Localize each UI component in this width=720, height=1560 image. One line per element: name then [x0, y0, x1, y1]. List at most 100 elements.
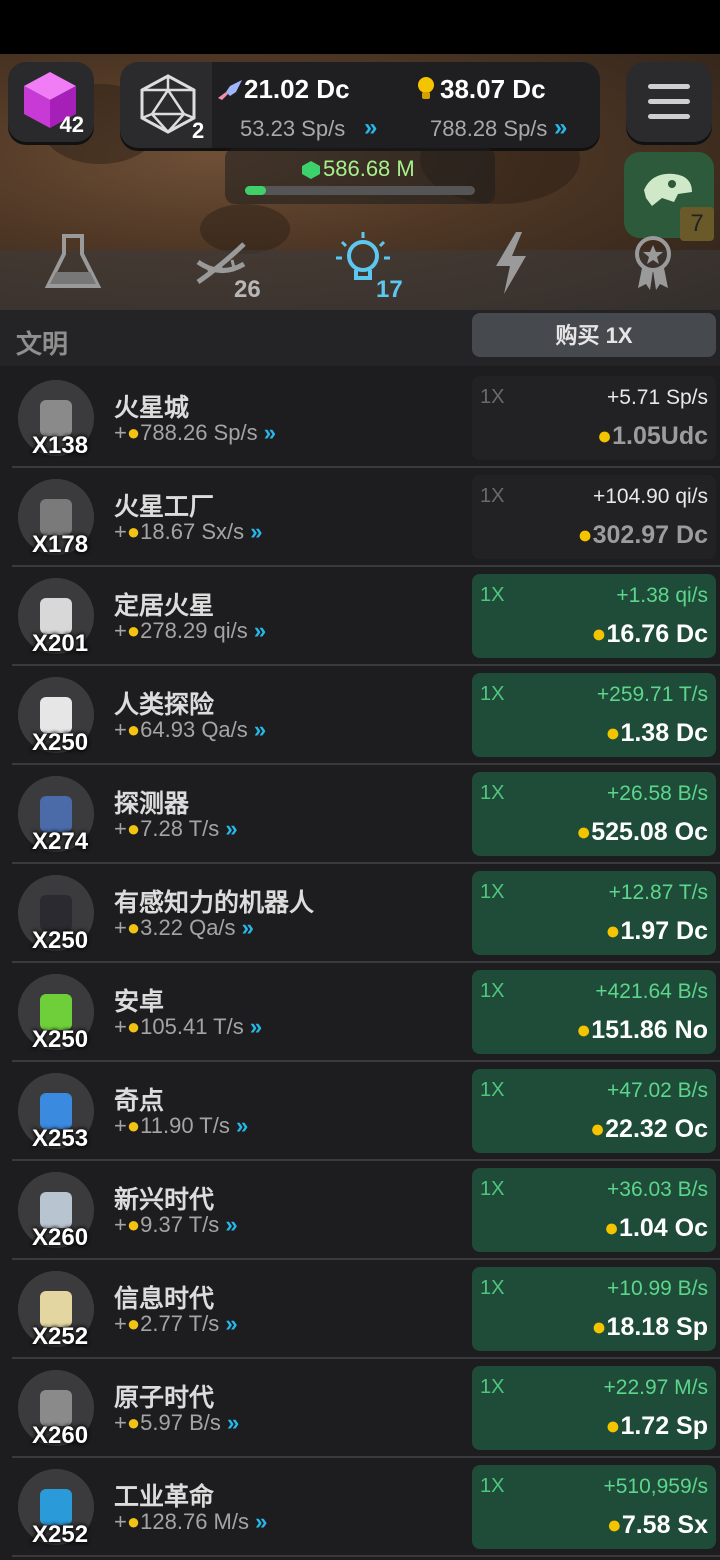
buy-card[interactable]: 1X +36.03 B/s ●1.04 Oc — [472, 1168, 716, 1252]
lightbulb-icon: ● — [126, 1509, 141, 1534]
boost-chevron-icon[interactable]: » — [255, 1509, 268, 1534]
gem-progress: 586.68 M — [225, 148, 495, 204]
boost-chevron-icon[interactable]: » — [264, 420, 277, 445]
buy-multiplier: 1X — [480, 683, 505, 705]
boost-chevron-icon[interactable]: » — [250, 519, 263, 544]
list-item[interactable]: X178 火星工厂 +●18.67 Sx/s » 1X +104.90 qi/s ●302… — [12, 467, 720, 567]
buy-card[interactable]: 1X +12.87 T/s ●1.97 Dc — [472, 871, 716, 955]
resource1-value: 21.02 Dc — [244, 74, 350, 104]
item-name: 安卓 — [114, 988, 165, 1016]
boost-chevron-icon[interactable]: » — [254, 618, 267, 643]
item-rate-value: 2.77 T/s — [140, 1311, 220, 1336]
item-rate-value: 278.29 qi/s — [140, 618, 248, 643]
item-rate: +●128.76 M/s » — [114, 1509, 268, 1534]
boost-chevron-icon[interactable]: » — [364, 114, 378, 142]
d20-icon[interactable] — [138, 72, 198, 136]
list-item[interactable]: X250 有感知力的机器人 +●3.22 Qa/s » 1X +12.87 T/s ●1.… — [12, 863, 720, 963]
gem-progress-fill — [245, 186, 266, 195]
flask-icon — [44, 234, 102, 288]
tab-ideas-badge: 17 — [376, 276, 403, 303]
buy-card[interactable]: 1X +10.99 B/s ●18.18 Sp — [472, 1267, 716, 1351]
lightbulb-icon: ● — [126, 519, 141, 544]
lightbulb-icon: ● — [126, 1113, 141, 1138]
buy-multiplier: 1X — [480, 782, 505, 804]
buy-multiplier: 1X — [480, 881, 505, 903]
list-item[interactable]: X260 新兴时代 +●9.37 T/s » 1X +36.03 B/s ●1.04 Oc — [12, 1160, 720, 1260]
lightbulb-icon: ● — [126, 1410, 141, 1435]
buy-gain: +10.99 B/s — [607, 1277, 708, 1300]
item-rate-value: 9.37 T/s — [140, 1212, 220, 1237]
buy-gain: +22.97 M/s — [603, 1376, 708, 1399]
item-name: 定居火星 — [114, 592, 215, 620]
item-name: 火星工厂 — [114, 493, 215, 521]
cube-button[interactable]: 42 — [8, 62, 94, 142]
buy-gain: +36.03 B/s — [607, 1178, 708, 1201]
buy-card[interactable]: 1X +1.38 qi/s ●16.76 Dc — [472, 574, 716, 658]
tab-awards[interactable] — [618, 228, 688, 298]
buy-multiplier: 1X — [480, 584, 505, 606]
list-item[interactable]: X201 定居火星 +●278.29 qi/s » 1X +1.38 qi/s ●16.7… — [12, 566, 720, 666]
item-count: X252 — [32, 1323, 89, 1350]
buy-gain: +12.87 T/s — [608, 881, 708, 904]
buy-cost: ●1.97 Dc — [605, 917, 708, 945]
boost-chevron-icon[interactable]: » — [242, 915, 255, 940]
lightbulb-icon: ● — [126, 618, 141, 643]
buy-card[interactable]: 1X +259.71 T/s ●1.38 Dc — [472, 673, 716, 757]
boost-chevron-icon[interactable]: » — [225, 1212, 238, 1237]
item-rate-value: 11.90 T/s — [140, 1113, 230, 1138]
item-count: X250 — [32, 927, 89, 954]
list-item[interactable]: X274 探测器 +●7.28 T/s » 1X +26.58 B/s ●525.08 O… — [12, 764, 720, 864]
buy-card[interactable]: 1X +26.58 B/s ●525.08 Oc — [472, 772, 716, 856]
list-item[interactable]: X260 原子时代 +●5.97 B/s » 1X +22.97 M/s ●1.72 Sp — [12, 1358, 720, 1458]
tab-dna[interactable]: 26 — [186, 228, 261, 303]
buy-multiplier-button[interactable]: 购买 1X — [472, 313, 716, 357]
item-rate: +●2.77 T/s » — [114, 1311, 238, 1336]
boost-chevron-icon[interactable]: » — [250, 1014, 263, 1039]
buy-cost-value: 525.08 Oc — [591, 818, 708, 846]
boost-chevron-icon[interactable]: » — [236, 1113, 249, 1138]
boost-chevron-icon[interactable]: » — [254, 717, 267, 742]
boost-chevron-icon[interactable]: » — [225, 816, 238, 841]
buy-card[interactable]: 1X +47.02 B/s ●22.32 Oc — [472, 1069, 716, 1153]
tab-energy[interactable] — [476, 228, 546, 298]
item-rate: +●105.41 T/s » — [114, 1014, 263, 1039]
resource1-rate: 53.23 Sp/s — [240, 116, 346, 141]
buy-cost-value: 1.97 Dc — [620, 917, 708, 945]
list-item[interactable]: X253 奇点 +●11.90 T/s » 1X +47.02 B/s ●22.32 Oc — [12, 1061, 720, 1161]
buy-card[interactable]: 1X +104.90 qi/s ●302.97 Dc — [472, 475, 716, 559]
tab-ideas[interactable]: 17 — [328, 228, 403, 303]
item-rate-value: 18.67 Sx/s — [140, 519, 245, 544]
buy-cost: ●1.05Udc — [597, 422, 708, 450]
buy-cost-value: 22.32 Oc — [605, 1115, 708, 1143]
item-rate-value: 7.28 T/s — [140, 816, 220, 841]
item-count: X274 — [32, 828, 89, 855]
buy-card[interactable]: 1X +22.97 M/s ●1.72 Sp — [472, 1366, 716, 1450]
boost-chevron-icon[interactable]: » — [227, 1410, 240, 1435]
item-name: 火星城 — [114, 394, 190, 422]
buy-cost-value: 1.05Udc — [612, 422, 708, 450]
boost-chevron-icon[interactable]: » — [225, 1311, 238, 1336]
lightbulb-icon: ● — [126, 915, 141, 940]
list-item[interactable]: X250 安卓 +●105.41 T/s » 1X +421.64 B/s ●151.86… — [12, 962, 720, 1062]
boost-chevron-icon[interactable]: » — [554, 114, 568, 142]
buy-gain: +47.02 B/s — [607, 1079, 708, 1102]
menu-button[interactable] — [626, 62, 712, 142]
buy-cost: ●1.72 Sp — [605, 1412, 708, 1440]
buy-card[interactable]: 1X +510,959/s ●7.58 Sx — [472, 1465, 716, 1549]
tab-dna-badge: 26 — [234, 276, 261, 303]
buy-gain: +26.58 B/s — [607, 782, 708, 805]
buy-multiplier: 1X — [480, 980, 505, 1002]
list-item[interactable]: X252 信息时代 +●2.77 T/s » 1X +10.99 B/s ●18.18 S… — [12, 1259, 720, 1359]
resource2-rate: 788.28 Sp/s — [430, 116, 548, 141]
list-item[interactable]: X252 工业革命 +●128.76 M/s » 1X +510,959/s ●7.58 … — [12, 1457, 720, 1557]
tab-research[interactable] — [38, 228, 108, 298]
buy-gain: +104.90 qi/s — [592, 485, 708, 508]
buy-card[interactable]: 1X +421.64 B/s ●151.86 No — [472, 970, 716, 1054]
item-count: X250 — [32, 729, 89, 756]
item-count: X252 — [32, 1521, 89, 1548]
status-bar — [0, 0, 720, 54]
list-item[interactable]: X138 火星城 +●788.26 Sp/s » 1X +5.71 Sp/s ●1.05U… — [12, 368, 720, 468]
buy-card[interactable]: 1X +5.71 Sp/s ●1.05Udc — [472, 376, 716, 460]
buy-gain: +1.38 qi/s — [616, 584, 708, 607]
list-item[interactable]: X250 人类探险 +●64.93 Qa/s » 1X +259.71 T/s ●1.38… — [12, 665, 720, 765]
